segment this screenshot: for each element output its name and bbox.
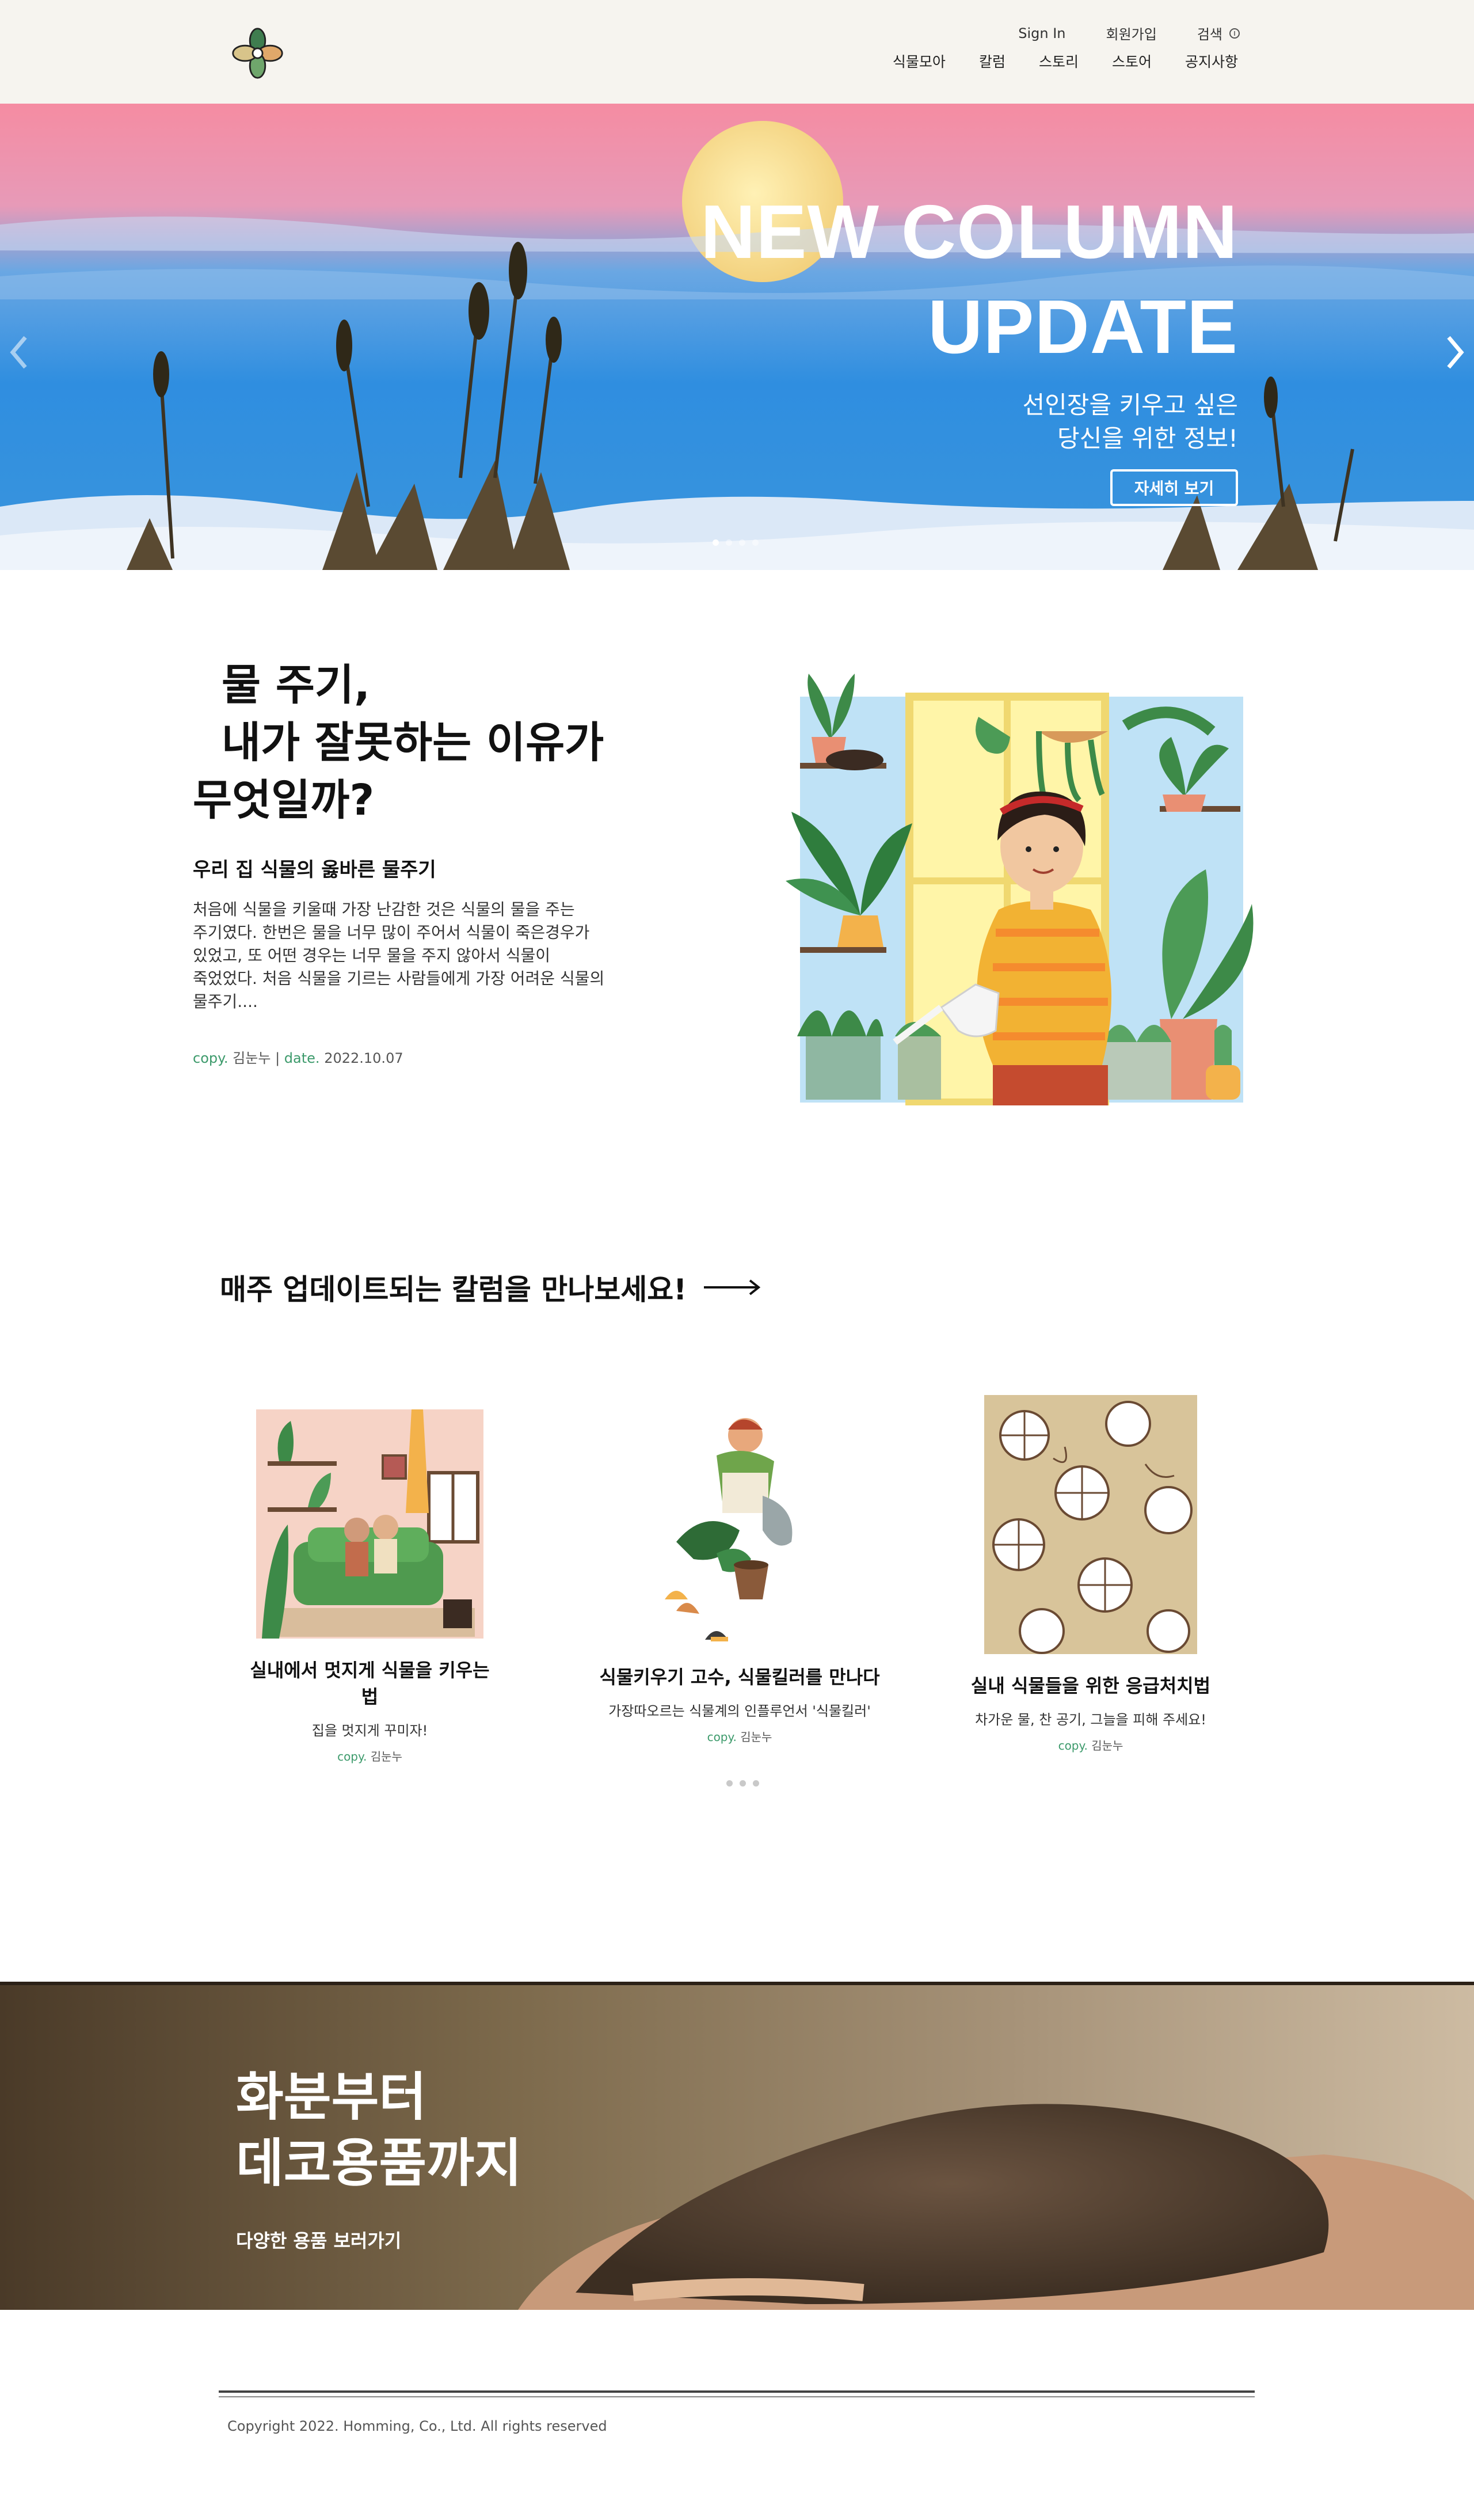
copy-label: copy. [337,1750,367,1763]
slide-dot[interactable] [739,539,745,546]
arrow-right-icon [704,1279,761,1295]
pager-dot[interactable] [726,1780,733,1787]
slide-dot[interactable] [713,539,719,546]
meta-separator: | [275,1050,280,1066]
nav-item-store[interactable]: 스토어 [1112,51,1152,71]
weekly-columns-link[interactable]: 매주 업데이트되는 칼럼을 만나보세요! [220,1267,761,1308]
card-title: 식물키우기 고수, 식물킬러를 만나다 [599,1666,880,1688]
nav-item-column[interactable]: 칼럼 [979,51,1005,71]
hero-detail-button[interactable]: 자세히 보기 [1110,469,1238,506]
author-name: 김눈누 [370,1750,402,1763]
footer-divider [219,2390,1255,2393]
hero-subtitle: 선인장을 키우고 싶은 당신을 위한 정보! [1023,389,1238,455]
author-name: 김눈누 [740,1730,772,1744]
soil-in-hands-image [0,1982,1474,2310]
clover-logo-icon[interactable] [230,26,285,81]
hero-title-line: UPDATE [928,284,1238,369]
card-subtitle: 차가운 물, 찬 공기, 그늘을 피해 주세요! [975,1712,1206,1728]
pager-dot[interactable] [753,1780,759,1787]
search-link[interactable]: 검색 [1197,23,1241,43]
sign-in-link[interactable]: Sign In [1018,25,1065,41]
feature-body-line: 주기였다. 한번은 물을 너무 많이 주어서 식물이 죽은경우가 [193,923,590,942]
copy-label: copy. [707,1730,737,1744]
card-title: 실내에서 멋지게 식물을 키우는 법 [250,1659,490,1708]
nav-item-notice[interactable]: 공지사항 [1185,51,1238,71]
column-card[interactable]: 식물키우기 고수, 식물킬러를 만나다 가장따오르는 식물계의 인플루언서 '식… [581,1409,898,1744]
banner-title-line: 화분부터 [236,2067,427,2127]
author-name: 김눈누 [1091,1739,1123,1753]
living-room-illustration [256,1409,483,1639]
date-label: date. [284,1050,320,1066]
cotton-pattern-illustration [984,1395,1197,1654]
card-title: 실내 식물들을 위한 응급처치법 [970,1675,1211,1697]
banner-title-line: 데코용품까지 [236,2133,522,2194]
card-subtitle: 집을 멋지게 꾸미자! [311,1723,428,1739]
signup-label: 회원가입 [1106,26,1157,43]
nav-item-story[interactable]: 스토리 [1039,51,1079,71]
weekly-columns-heading: 매주 업데이트되는 칼럼을 만나보세요! [220,1273,687,1306]
card-meta: copy. 김눈누 [242,1747,498,1764]
copy-label: copy. [1058,1739,1088,1753]
author-name: 김눈누 [233,1050,271,1066]
hero-subtitle-line: 당신을 위한 정보! [1057,424,1238,453]
site-header: Sign In 회원가입 검색 식물모아 칼럼 스토리 스토어 공지사항 [0,0,1474,104]
feature-body-line: 물주기.... [193,992,258,1011]
feature-title-line: 내가 잘못하는 이유가 [222,718,604,767]
sign-in-label: Sign In [1018,25,1066,41]
signup-link[interactable]: 회원가입 [1106,23,1157,43]
card-meta: copy. 김눈누 [581,1728,898,1744]
footer-divider [219,2396,1255,2397]
main-nav: 식물모아 칼럼 스토리 스토어 공지사항 [859,51,1238,71]
post-date: 2022.10.07 [324,1050,403,1066]
copy-label: copy. [193,1050,228,1066]
feature-body: 처음에 식물을 키울때 가장 난감한 것은 식물의 물을 주는 주기였다. 한번… [193,898,630,1013]
gardener-illustration [653,1409,826,1645]
card-subtitle: 가장따오르는 식물계의 인플루언서 '식물킬러' [608,1703,871,1719]
banner-title: 화분부터 데코용품까지 [236,2064,522,2196]
nav-item-plants[interactable]: 식물모아 [893,51,946,71]
feature-title-line: 물 주기, [222,660,371,710]
feature-body-line: 있었고, 또 어떤 경우는 너무 물을 주지 않아서 식물이 [193,946,551,965]
feature-body-line: 죽었었다. 처음 식물을 기르는 사람들에게 가장 어려운 식물의 [193,969,605,988]
footer-copyright: Copyright 2022. Homming, Co., Ltd. All r… [227,2418,607,2434]
utility-links: Sign In 회원가입 검색 [978,23,1241,43]
feature-meta: copy. 김눈누 | date. 2022.10.07 [193,1047,403,1067]
hero-carousel: NEW COLUMN UPDATE 선인장을 키우고 싶은 당신을 위한 정보!… [0,104,1474,570]
watering-plants-illustration [786,674,1254,1105]
feature-subtitle: 우리 집 식물의 옳바른 물주기 [193,858,436,881]
slide-dot[interactable] [752,539,759,546]
slide-dot[interactable] [726,539,732,546]
pager-dot[interactable] [740,1780,746,1787]
search-icon [1229,28,1240,39]
hero-subtitle-line: 선인장을 키우고 싶은 [1022,391,1238,419]
column-pager [726,1780,759,1787]
feature-title[interactable]: 물 주기, 내가 잘못하는 이유가 무엇일까? [193,656,604,829]
browse-products-link[interactable]: 다양한 용품 보러가기 [236,2226,401,2253]
chevron-left-icon[interactable] [8,334,31,371]
hero-title-line: NEW COLUMN [700,189,1238,274]
column-card[interactable]: 실내 식물들을 위한 응급처치법 차가운 물, 찬 공기, 그늘을 피해 주세요… [953,1395,1229,1753]
column-card[interactable]: 실내에서 멋지게 식물을 키우는 법 집을 멋지게 꾸미자! copy. 김눈누 [242,1409,498,1764]
chevron-right-icon[interactable] [1443,334,1466,371]
promo-banner[interactable] [0,1982,1474,2310]
feature-body-line: 처음에 식물을 키울때 가장 난감한 것은 식물의 물을 주는 [193,900,575,919]
hero-slide-indicators [713,539,759,546]
search-label: 검색 [1197,26,1222,43]
card-meta: copy. 김눈누 [953,1736,1229,1753]
hero-title: NEW COLUMN UPDATE [700,184,1238,374]
feature-title-line: 무엇일까? [193,776,375,825]
